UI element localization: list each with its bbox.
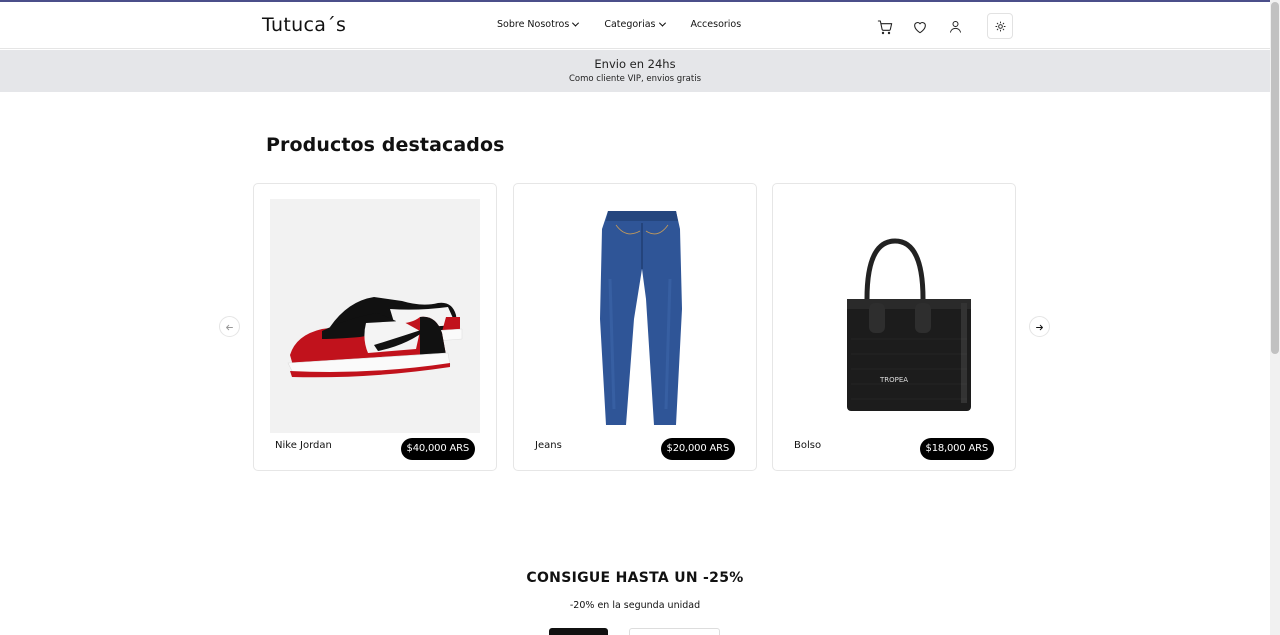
promo-title: CONSIGUE HASTA UN -25% bbox=[526, 570, 744, 586]
nav-sobre-nosotros[interactable]: Sobre Nosotros bbox=[497, 19, 580, 30]
product-price-badge: $40,000 ARS bbox=[400, 438, 475, 460]
heart-icon[interactable] bbox=[911, 16, 929, 38]
product-card[interactable]: Jeans $20,000 ARS bbox=[513, 183, 757, 471]
banner-subline: Como cliente VIP, envios gratis bbox=[568, 74, 701, 84]
product-name: Nike Jordan bbox=[275, 440, 332, 451]
site-header: Tutuca´s Sobre Nosotros Categorias Acces… bbox=[0, 2, 1270, 49]
header-actions bbox=[876, 13, 1013, 39]
nav-label: Sobre Nosotros bbox=[497, 19, 570, 30]
carousel-next-button[interactable] bbox=[1029, 316, 1050, 337]
product-image: TROPEA bbox=[789, 199, 999, 433]
arrow-right-icon bbox=[1035, 317, 1044, 336]
product-name: Bolso bbox=[794, 440, 822, 451]
main-nav: Sobre Nosotros Categorias Accesorios bbox=[497, 19, 767, 30]
site-logo[interactable]: Tutuca´s bbox=[262, 14, 346, 36]
product-image bbox=[270, 199, 480, 433]
promo-primary-button[interactable] bbox=[549, 628, 608, 635]
product-card[interactable]: Nike Jordan $40,000 ARS bbox=[253, 183, 497, 471]
nav-categorias[interactable]: Categorias bbox=[604, 19, 666, 30]
user-icon[interactable] bbox=[946, 16, 964, 38]
page-scrollbar[interactable] bbox=[1270, 0, 1280, 635]
featured-products-title: Productos destacados bbox=[266, 134, 505, 156]
product-price-badge: $18,000 ARS bbox=[919, 438, 994, 460]
promo-subtitle: -20% en la segunda unidad bbox=[569, 600, 701, 611]
product-name: Jeans bbox=[535, 440, 562, 451]
theme-toggle-button[interactable] bbox=[987, 13, 1013, 39]
scrollbar-thumb[interactable] bbox=[1271, 2, 1279, 354]
arrow-left-icon bbox=[225, 317, 234, 336]
shipping-banner: Envio en 24hs Como cliente VIP, envios g… bbox=[0, 50, 1270, 92]
sun-icon bbox=[994, 17, 1006, 36]
bag-brand-text: TROPEA bbox=[879, 376, 908, 384]
promo-secondary-button[interactable] bbox=[629, 628, 720, 635]
nav-label: Categorias bbox=[604, 19, 656, 30]
cart-icon[interactable] bbox=[876, 16, 894, 38]
nav-label: Accesorios bbox=[690, 19, 742, 30]
chevron-down-icon bbox=[658, 19, 666, 27]
nav-accesorios[interactable]: Accesorios bbox=[691, 19, 742, 30]
product-card[interactable]: TROPEA Bolso $18,000 ARS bbox=[772, 183, 1016, 471]
banner-headline: Envio en 24hs bbox=[594, 57, 676, 71]
carousel-prev-button[interactable] bbox=[219, 316, 240, 337]
product-image bbox=[530, 199, 740, 433]
product-price-badge: $20,000 ARS bbox=[660, 438, 735, 460]
chevron-down-icon bbox=[572, 19, 580, 27]
